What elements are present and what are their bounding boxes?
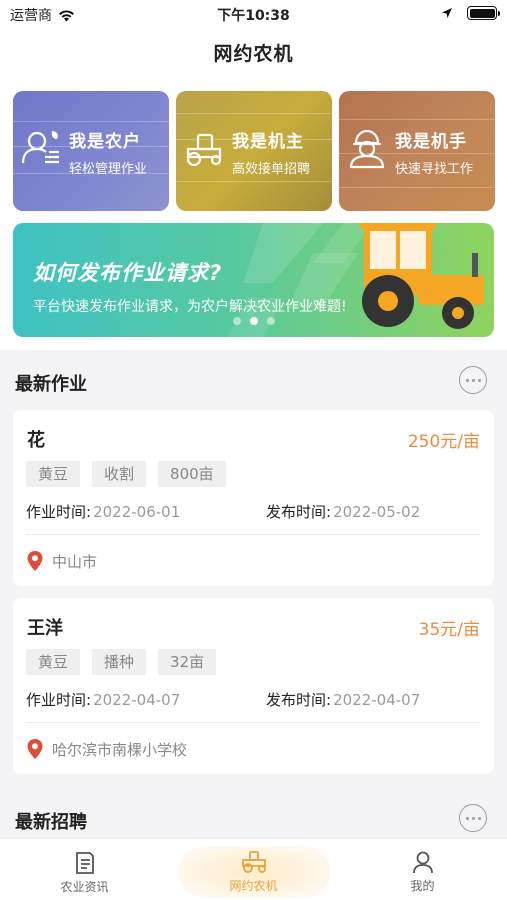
tractor-icon	[241, 851, 266, 873]
job-location: 中山市	[52, 552, 98, 571]
role-title: 我是农户	[69, 132, 141, 152]
role-card-driver[interactable]: 我是机手 快速寻找工作	[339, 91, 495, 211]
news-icon	[75, 852, 94, 874]
carousel-dot[interactable]	[249, 317, 258, 325]
publish-time-label: 发布时间:	[266, 503, 332, 521]
role-subtitle: 高效接单招聘	[232, 162, 311, 177]
publish-time-label: 发布时间:	[266, 691, 332, 709]
job-tag-crop: 黄豆	[26, 461, 81, 487]
carousel-dot[interactable]	[266, 317, 275, 325]
banner-description: 平台快速发布作业请求，为农户解决农业作业难题!	[33, 299, 347, 315]
job-farmer-name: 花	[27, 430, 45, 451]
location-pin-icon	[27, 739, 43, 759]
profile-icon	[412, 851, 433, 874]
role-subtitle: 快速寻找工作	[395, 162, 474, 177]
promo-banner[interactable]: 如何发布作业请求? 平台快速发布作业请求，为农户解决农业作业难题!	[13, 223, 494, 337]
role-subtitle: 轻松管理作业	[69, 162, 148, 177]
more-jobs-button[interactable]	[459, 366, 487, 394]
job-farmer-name: 王洋	[27, 618, 63, 639]
job-tag-task: 播种	[92, 649, 147, 675]
section-title: 最新招聘	[15, 812, 87, 833]
page-title: 网约农机	[213, 43, 294, 65]
divider	[26, 534, 481, 535]
job-location: 哈尔滨市南棵小学校	[52, 740, 188, 759]
worker-icon	[349, 129, 385, 169]
role-title: 我是机手	[395, 132, 467, 152]
work-time-value: 2022-04-07	[93, 691, 181, 709]
battery-icon	[467, 6, 500, 20]
role-card-farmer[interactable]: 我是农户 轻松管理作业	[13, 91, 169, 211]
tab-news[interactable]: 农业资讯	[0, 839, 169, 900]
job-tag-area: 32亩	[158, 649, 217, 675]
divider	[26, 722, 481, 723]
job-tag-area: 800亩	[158, 461, 226, 487]
more-recruit-button[interactable]	[459, 804, 487, 832]
tab-machinery[interactable]: 网约农机	[169, 838, 338, 900]
work-time-label: 作业时间:	[26, 691, 92, 709]
latest-recruit-header: 最新招聘	[0, 800, 507, 840]
role-title: 我是机主	[232, 132, 304, 152]
tractor-icon	[186, 133, 222, 167]
farmer-icon	[21, 131, 59, 164]
job-price: 35元/亩	[418, 620, 480, 640]
publish-time-value: 2022-05-02	[333, 503, 421, 521]
tab-label: 我的	[410, 879, 435, 893]
tab-profile[interactable]: 我的	[338, 838, 507, 900]
section-title: 最新作业	[15, 374, 87, 395]
publish-time-value: 2022-04-07	[333, 691, 421, 709]
tab-label: 农业资讯	[60, 880, 109, 894]
nav-bar: 网约农机	[0, 28, 507, 80]
job-tag-crop: 黄豆	[26, 649, 81, 675]
status-bar: 运营商 下午10:38	[0, 0, 507, 28]
job-card[interactable]: 王洋 35元/亩 黄豆 播种 32亩 作业时间: 2022-04-07 发布时间:…	[13, 598, 494, 774]
status-time: 下午10:38	[217, 8, 290, 24]
job-card[interactable]: 花 250元/亩 黄豆 收割 800亩 作业时间: 2022-06-01 发布时间…	[13, 410, 494, 586]
banner-title: 如何发布作业请求?	[33, 261, 223, 285]
work-time-label: 作业时间:	[26, 503, 92, 521]
battery-level	[469, 8, 495, 18]
job-price: 250元/亩	[407, 432, 480, 452]
role-card-owner[interactable]: 我是机主 高效接单招聘	[176, 91, 332, 211]
tab-label: 网约农机	[229, 879, 278, 893]
location-pin-icon	[27, 551, 43, 571]
latest-jobs-header: 最新作业	[0, 362, 507, 402]
location-arrow-icon	[442, 8, 452, 18]
carousel-dots[interactable]	[13, 317, 494, 325]
carousel-dot[interactable]	[232, 317, 241, 325]
work-time-value: 2022-06-01	[93, 503, 181, 521]
job-tag-task: 收割	[92, 461, 147, 487]
